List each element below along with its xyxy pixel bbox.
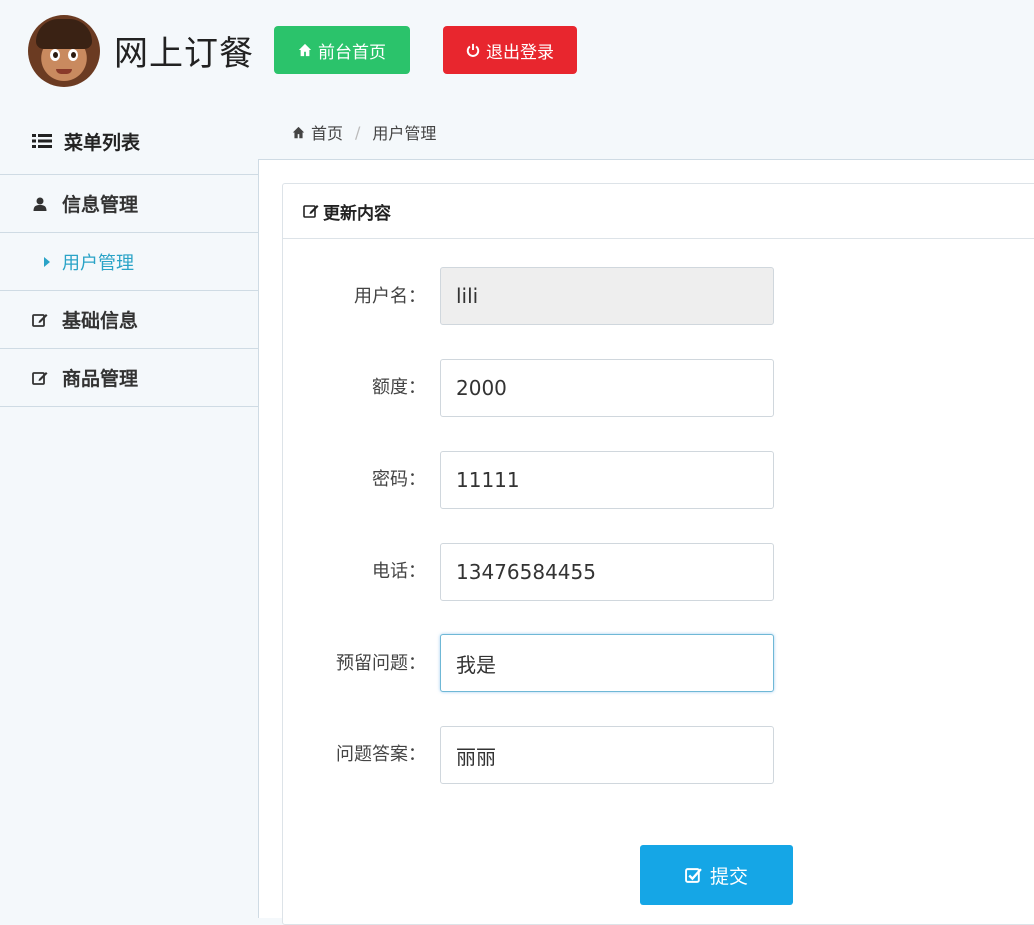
header: 网上订餐 前台首页 退出登录 <box>0 0 1034 100</box>
phone-label: 电话： <box>372 561 426 582</box>
sidebar-item-basic-info[interactable]: 基础信息 <box>0 291 258 349</box>
avatar <box>28 15 100 87</box>
sidebar-item-label: 基础信息 <box>62 310 139 332</box>
edit-icon <box>32 371 48 385</box>
submit-button[interactable]: 提交 <box>640 845 793 905</box>
breadcrumb-current: 用户管理 <box>372 124 437 143</box>
username-label: 用户名： <box>354 286 426 307</box>
breadcrumb-separator: / <box>355 122 361 142</box>
menu-title: 菜单列表 <box>0 108 258 175</box>
user-icon <box>33 197 47 211</box>
home-icon <box>292 126 305 138</box>
edit-icon <box>32 313 48 327</box>
logout-button[interactable]: 退出登录 <box>443 26 577 74</box>
password-label: 密码： <box>372 469 426 490</box>
sidebar: 菜单列表 信息管理 用户管理 基础信息 商品管理 <box>0 108 258 917</box>
security-question-field[interactable] <box>440 634 774 692</box>
home-button-label: 前台首页 <box>318 42 386 63</box>
check-square-icon <box>685 867 702 883</box>
quota-field[interactable] <box>440 359 774 417</box>
answer-label: 问题答案： <box>336 744 426 765</box>
phone-field[interactable] <box>440 543 774 601</box>
password-field[interactable] <box>440 451 774 509</box>
panel-title: 更新内容 <box>323 203 391 224</box>
list-icon <box>32 134 52 148</box>
breadcrumb: 首页 / 用户管理 <box>292 120 436 144</box>
edit-icon <box>303 205 319 218</box>
panel-header: 更新内容 <box>283 184 1034 239</box>
sidebar-item-info-management[interactable]: 信息管理 <box>0 175 258 233</box>
security-answer-field[interactable] <box>440 726 774 784</box>
quota-label: 额度： <box>372 377 426 398</box>
logout-button-label: 退出登录 <box>486 42 554 63</box>
app-title: 网上订餐 <box>114 34 254 74</box>
question-label: 预留问题： <box>336 653 426 674</box>
sidebar-item-label: 信息管理 <box>62 194 139 216</box>
menu-title-label: 菜单列表 <box>64 131 141 154</box>
submit-button-label: 提交 <box>709 865 748 888</box>
breadcrumb-home[interactable]: 首页 <box>311 120 343 144</box>
username-field[interactable] <box>440 267 774 325</box>
power-icon <box>466 43 480 57</box>
sidebar-item-label: 用户管理 <box>62 252 134 274</box>
caret-right-icon <box>44 256 50 267</box>
sidebar-item-user-management[interactable]: 用户管理 <box>0 233 258 291</box>
home-button[interactable]: 前台首页 <box>274 26 410 74</box>
sidebar-item-label: 商品管理 <box>62 368 139 390</box>
sidebar-item-product-management[interactable]: 商品管理 <box>0 349 258 407</box>
home-icon <box>298 43 312 57</box>
